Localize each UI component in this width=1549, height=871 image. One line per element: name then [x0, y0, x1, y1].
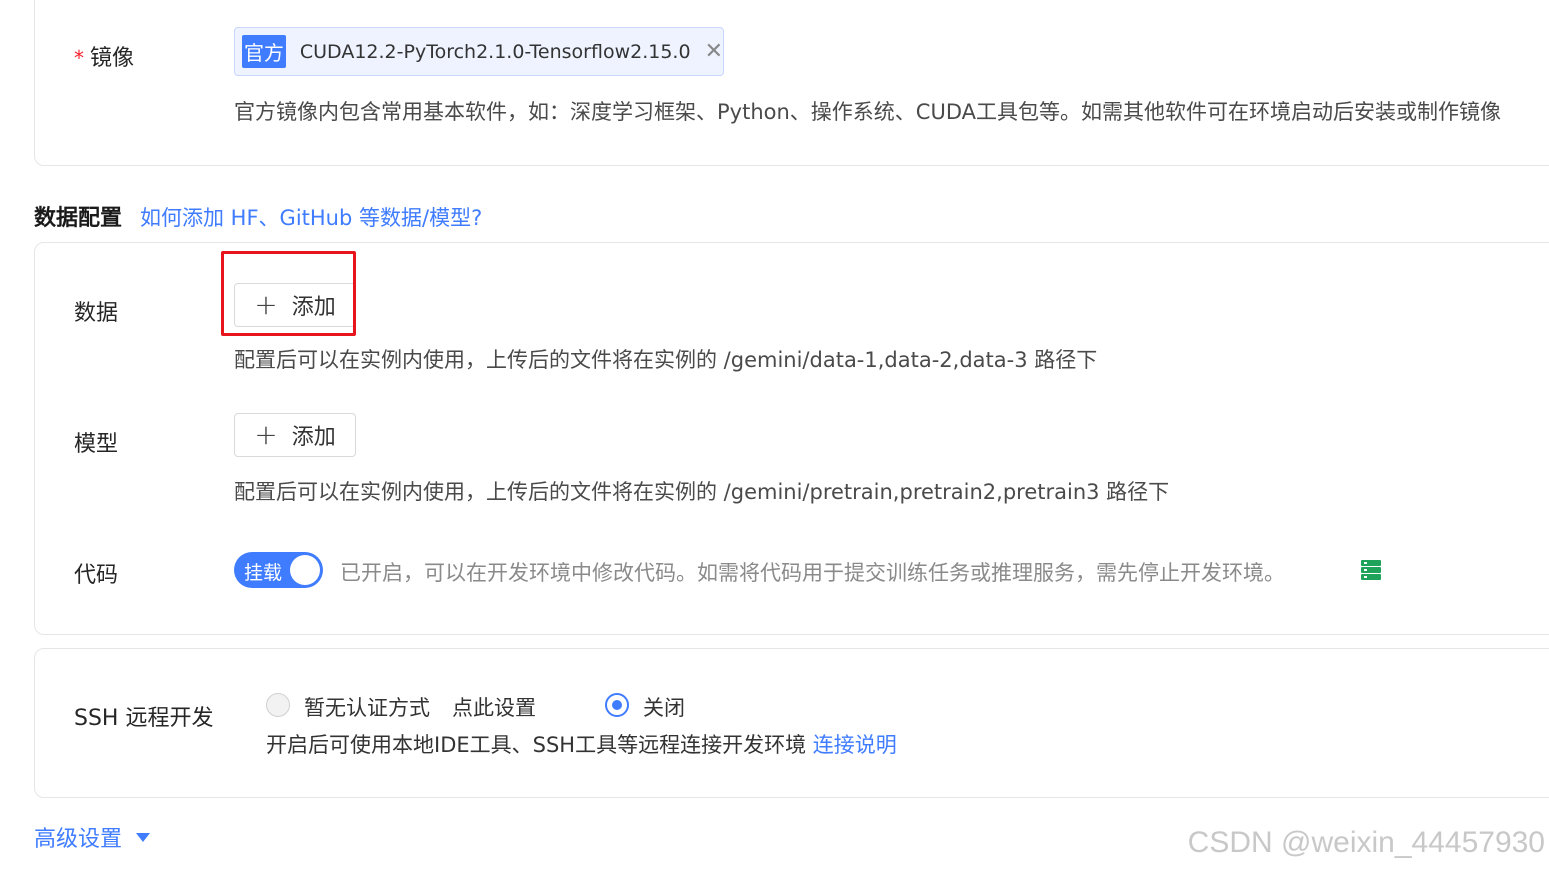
- advanced-settings-toggle[interactable]: 高级设置: [34, 821, 151, 853]
- code-server-icon[interactable]: [1360, 559, 1382, 581]
- radio-no-auth[interactable]: [266, 693, 290, 717]
- model-description: 配置后可以在实例内使用，上传后的文件将在实例的 /gemini/pretrain…: [234, 480, 1170, 504]
- switch-label: 挂载: [244, 562, 283, 584]
- watermark: CSDN @weixin_44457930: [1187, 826, 1545, 859]
- ssh-label: SSH 远程开发: [74, 706, 214, 731]
- ssh-card: [34, 648, 1549, 798]
- code-description: 已开启，可以在开发环境中修改代码。如需将代码用于提交训练任务或推理服务，需先停止…: [340, 561, 1285, 585]
- required-mark: *: [74, 46, 84, 70]
- help-link[interactable]: 如何添加 HF、GitHub 等数据/模型?: [140, 202, 482, 232]
- switch-knob: [290, 555, 320, 585]
- ssh-description-row: 开启后可使用本地IDE工具、SSH工具等远程连接开发环境 连接说明: [266, 729, 897, 759]
- image-description: 官方镜像内包含常用基本软件，如：深度学习框架、Python、操作系统、CUDA工…: [234, 100, 1501, 124]
- close-icon[interactable]: ✕: [705, 40, 723, 63]
- code-mount-switch[interactable]: 挂载: [234, 552, 323, 588]
- ssh-description: 开启后可使用本地IDE工具、SSH工具等远程连接开发环境: [266, 733, 807, 757]
- data-label: 数据: [74, 301, 119, 326]
- off-text: 关闭: [643, 696, 685, 720]
- image-label: 镜像: [90, 46, 135, 71]
- highlight-box: [221, 251, 356, 336]
- image-card: [34, 0, 1549, 166]
- setup-link[interactable]: 点此设置: [452, 692, 536, 722]
- no-auth-text: 暂无认证方式: [304, 696, 430, 720]
- data-config-title: 数据配置: [34, 206, 123, 231]
- code-label: 代码: [74, 563, 119, 588]
- doc-link[interactable]: 连接说明: [813, 733, 897, 757]
- image-label-row: * 镜像: [74, 40, 134, 72]
- plus-icon: +: [254, 418, 278, 451]
- image-name: CUDA12.2-PyTorch2.1.0-Tensorflow2.15.0: [299, 40, 691, 63]
- image-tag[interactable]: 官方 CUDA12.2-PyTorch2.1.0-Tensorflow2.15.…: [234, 27, 724, 76]
- radio-off[interactable]: [605, 693, 629, 717]
- caret-down-icon: [136, 832, 151, 842]
- add-model-label: 添加: [291, 425, 336, 450]
- model-label: 模型: [74, 432, 119, 457]
- advanced-settings-label: 高级设置: [34, 827, 123, 852]
- data-description: 配置后可以在实例内使用，上传后的文件将在实例的 /gemini/data-1,d…: [234, 348, 1098, 372]
- official-badge: 官方: [242, 35, 286, 68]
- add-model-button[interactable]: + 添加: [234, 413, 356, 457]
